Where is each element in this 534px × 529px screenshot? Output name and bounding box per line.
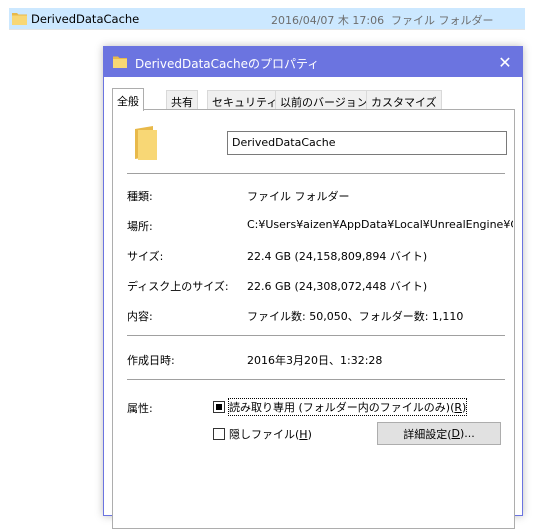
contains-value: ファイル数: 50,050、フォルダー数: 1,110 (247, 310, 464, 323)
explorer-item-date: 2016/04/07 木 17:06 (271, 14, 385, 27)
dialog-titlebar[interactable]: DerivedDataCacheのプロパティ ✕ (104, 47, 522, 77)
checkbox-unchecked-icon (213, 428, 225, 440)
folder-icon (133, 126, 159, 163)
hidden-checkbox-label: 隠しファイル(H) (229, 428, 312, 441)
dialog-title: DerivedDataCacheのプロパティ (135, 57, 320, 71)
advanced-button[interactable]: 詳細設定(D)... (377, 422, 501, 445)
attributes-label: 属性: (127, 402, 153, 415)
size-label: サイズ: (127, 250, 164, 263)
tab-general[interactable]: 全般 (112, 88, 144, 111)
tab-sharing[interactable]: 共有 (166, 90, 198, 110)
created-label: 作成日時: (127, 354, 175, 367)
size-value: 22.4 GB (24,158,809,894 バイト) (247, 250, 428, 263)
divider (127, 379, 505, 380)
explorer-list-row[interactable]: DerivedDataCache 2016/04/07 木 17:06 ファイル… (9, 8, 525, 30)
divider (127, 335, 505, 336)
type-value: ファイル フォルダー (247, 190, 350, 203)
folder-icon (12, 11, 27, 28)
created-value: 2016年3月20日、1:32:28 (247, 354, 383, 367)
properties-dialog: DerivedDataCacheのプロパティ ✕ 全般 共有 セキュリティ 以前… (103, 46, 523, 529)
folder-name-input[interactable]: DerivedDataCache (227, 131, 507, 155)
location-value: C:¥Users¥aizen¥AppData¥Local¥UnrealEngin… (247, 218, 513, 231)
divider (127, 173, 505, 174)
size-on-disk-value: 22.6 GB (24,308,072,448 バイト) (247, 280, 428, 293)
tab-security[interactable]: セキュリティ (207, 90, 283, 110)
size-on-disk-label: ディスク上のサイズ: (127, 280, 229, 293)
explorer-item-type: ファイル フォルダー (391, 14, 494, 27)
tab-previous-versions[interactable]: 以前のバージョン (275, 90, 373, 110)
checkbox-indeterminate-icon (213, 401, 225, 413)
contains-label: 内容: (127, 310, 153, 323)
folder-icon (113, 55, 127, 71)
hidden-checkbox[interactable]: 隠しファイル(H) (213, 426, 312, 442)
close-icon[interactable]: ✕ (488, 47, 522, 77)
readonly-checkbox[interactable]: 読み取り専用 (フォルダー内のファイルのみ)(R) (213, 398, 468, 416)
general-panel: DerivedDataCache 種類: ファイル フォルダー 場所: C:¥U… (112, 109, 515, 529)
explorer-item-name: DerivedDataCache (31, 12, 140, 26)
readonly-checkbox-label: 読み取り専用 (フォルダー内のファイルのみ)(R) (227, 398, 468, 416)
tab-strip: 全般 共有 セキュリティ 以前のバージョン カスタマイズ (112, 88, 514, 111)
location-label: 場所: (127, 220, 153, 233)
tab-customize[interactable]: カスタマイズ (366, 90, 442, 110)
type-label: 種類: (127, 190, 153, 203)
